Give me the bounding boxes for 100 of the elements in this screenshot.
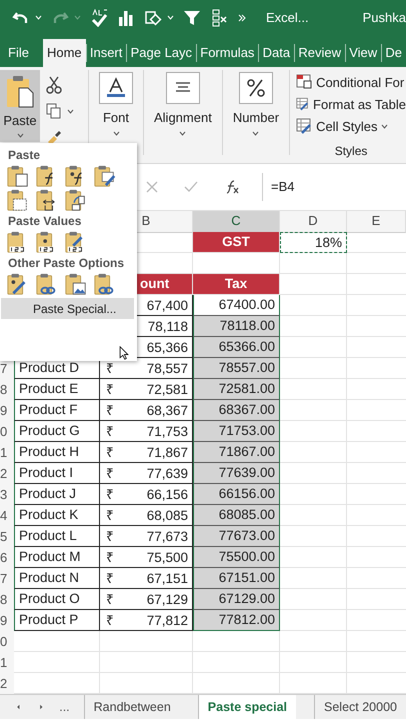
caret-icon [112,131,120,136]
table-cell: 68367.00 [193,400,280,421]
menu-item[interactable]: Paste Special... [1,298,134,319]
paste-option-icon[interactable] [6,164,30,188]
paste-button[interactable]: Paste [0,70,40,142]
row-header[interactable]: 0 [0,421,14,442]
styles-menu-button[interactable]: Format as Table [296,95,406,113]
ribbon-tab[interactable]: View [345,39,382,67]
shapes-icon[interactable] [144,8,162,26]
bar-chart-icon[interactable] [117,8,135,26]
paste-option-icon[interactable] [6,188,30,212]
row-header[interactable]: 2 [0,673,14,694]
ribbon-tab[interactable]: Home [42,39,86,67]
percent-icon [244,77,267,99]
table-brush-icon [296,118,312,134]
table-cell: Product O [14,589,100,610]
table-cell: 65366.00 [193,337,280,358]
ribbon-group-button[interactable]: Alignment [150,70,216,136]
table-brush-icon [296,96,310,112]
table-cell: 67129.00 [193,589,280,610]
table-cell: Product G [14,421,100,442]
row-header[interactable]: 2 [0,463,14,484]
row-header[interactable]: 1 [0,652,14,673]
formula-field[interactable]: =B4 [262,173,406,201]
paste-option-icon[interactable] [64,272,88,296]
table-cell: 77812.00 [193,610,280,631]
table-cell: 66156.00 [193,484,280,505]
styles-menu-button[interactable]: Conditional For [296,73,406,91]
table-cell: 78,118 [148,318,188,334]
ribbon-tab[interactable]: Data [258,39,294,67]
table-highlight-icon [296,74,312,90]
dropdown-icon[interactable] [67,108,74,114]
ribbon-tab[interactable]: Review [294,39,345,67]
row-header[interactable]: 0 [0,631,14,652]
table-cell: 67,129 [146,592,188,606]
user-name[interactable]: Pushka [362,10,406,25]
table-cell: 68,367 [146,402,188,418]
row-header[interactable]: 9 [0,400,14,421]
row-header[interactable]: 1 [0,442,14,463]
insert-function-icon[interactable] [224,180,240,194]
filter-icon[interactable] [183,8,201,26]
table-cell: 71,867 [146,444,188,460]
clipboard-icon [5,74,35,108]
spelling-check-icon[interactable] [90,8,108,26]
menu-heading: Paste Values [7,213,82,229]
row-header[interactable]: 7 [0,568,14,589]
currency-symbol: ₹ [106,444,114,461]
table-cell: Product F [14,400,100,421]
sheet-tab[interactable]: Select 20000 [314,695,406,719]
currency-symbol: ₹ [106,570,114,587]
ribbon-tab[interactable]: Formulas [196,39,258,67]
row-header[interactable]: 5 [0,526,14,547]
row-header[interactable]: 4 [0,505,14,526]
copy-icon[interactable] [46,103,62,119]
paste-option-icon[interactable] [64,188,88,212]
table-cell: 72581.00 [193,379,280,400]
paste-option-icon[interactable] [93,164,117,188]
caret-icon [252,131,260,136]
table-cell: 66,156 [146,486,188,502]
ribbon-tab[interactable]: De [381,39,406,67]
scissors-icon[interactable] [46,76,62,94]
currency-symbol: ₹ [106,381,114,398]
column-header[interactable]: D [280,211,347,233]
sheet-tab[interactable]: Randbetween [84,695,180,719]
table-cell: 75500.00 [193,547,280,568]
menu-heading: Other Paste Options [7,255,126,271]
previous-sheet-icon[interactable] [16,702,21,712]
row-header[interactable]: 7 [0,358,14,379]
format-painter-icon[interactable] [46,128,62,144]
row-header[interactable]: 8 [0,379,14,400]
row-header[interactable]: 3 [0,484,14,505]
font-color-icon [105,77,127,99]
table-cell: 77,673 [146,528,188,544]
sheet-tab[interactable]: Paste special [198,695,296,719]
ribbon-tab[interactable]: Page Layc [126,39,196,67]
ribbon-group-button[interactable]: Number [228,70,284,136]
table-cell: 77,639 [146,466,188,480]
next-sheet-icon[interactable] [38,702,44,712]
more-sheets-button[interactable]: ... [59,700,70,714]
table-cell: 71753.00 [193,421,280,442]
table-cell: 77673.00 [193,526,280,547]
table-cell: 67151.00 [193,568,280,589]
table-cell: 67,151 [146,570,188,586]
ribbon-group-button[interactable]: Font [95,70,137,136]
column-header[interactable]: C [193,211,280,233]
ribbon-tab[interactable]: File [0,39,43,67]
currency-symbol: ₹ [106,507,114,524]
table-cell: Product M [14,547,100,568]
column-header[interactable]: E [347,211,406,233]
row-header[interactable]: 9 [0,610,14,631]
currency-symbol: ₹ [106,549,114,566]
ribbon-tab[interactable]: Insert [86,39,126,67]
currency-symbol: ₹ [106,591,114,608]
row-header[interactable]: 8 [0,589,14,610]
styles-menu-button[interactable]: Cell Styles [296,117,406,135]
clear-filter-icon[interactable] [210,8,228,26]
more-icon[interactable] [237,12,247,22]
table-cell: Product H [14,442,100,463]
caret-icon [381,124,388,128]
row-header[interactable]: 6 [0,547,14,568]
